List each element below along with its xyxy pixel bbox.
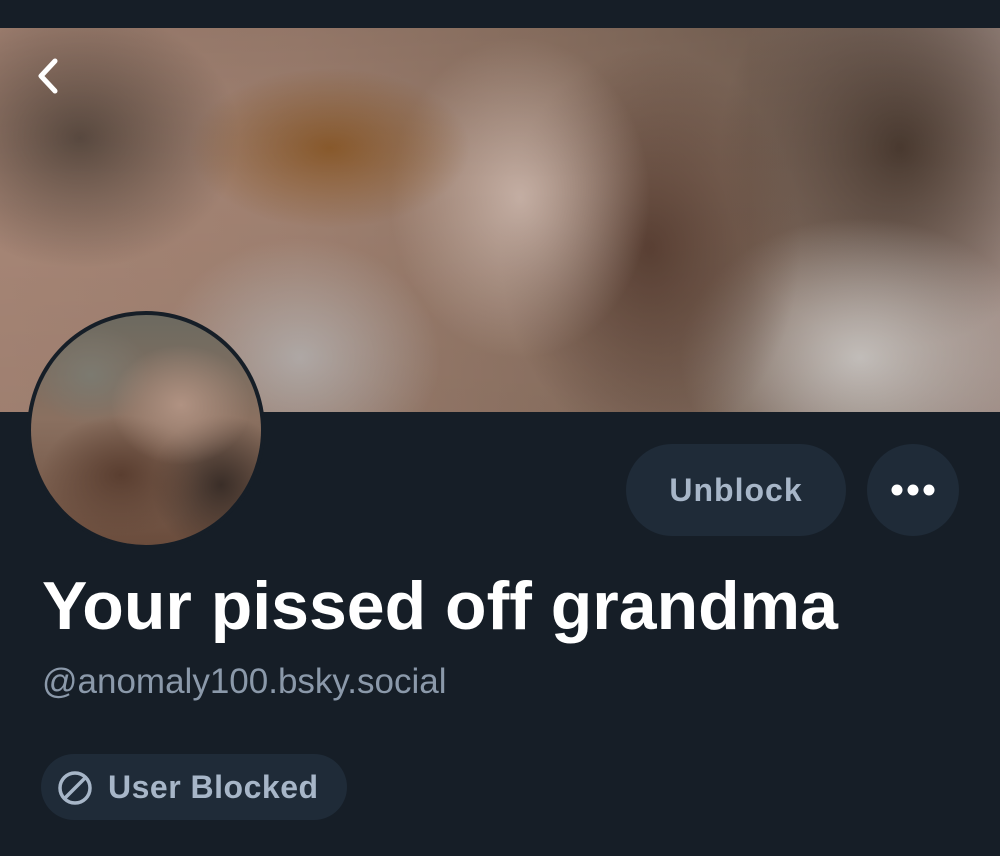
status-bar-strip	[0, 0, 1000, 28]
user-blocked-label: User Blocked	[108, 769, 319, 805]
profile-screen: Unblock Your pissed off grandma @anomaly…	[0, 0, 1000, 856]
profile-handle: @anomaly100.bsky.social	[42, 662, 447, 701]
back-button[interactable]	[22, 48, 74, 104]
ban-icon	[58, 771, 92, 805]
more-options-button[interactable]	[867, 444, 959, 536]
user-blocked-badge: User Blocked	[41, 754, 347, 820]
display-name: Your pissed off grandma	[42, 568, 838, 644]
chevron-left-icon	[38, 58, 58, 94]
avatar[interactable]	[31, 315, 261, 545]
ellipsis-icon	[891, 484, 935, 496]
unblock-button[interactable]: Unblock	[626, 444, 846, 536]
unblock-button-label: Unblock	[669, 471, 803, 508]
